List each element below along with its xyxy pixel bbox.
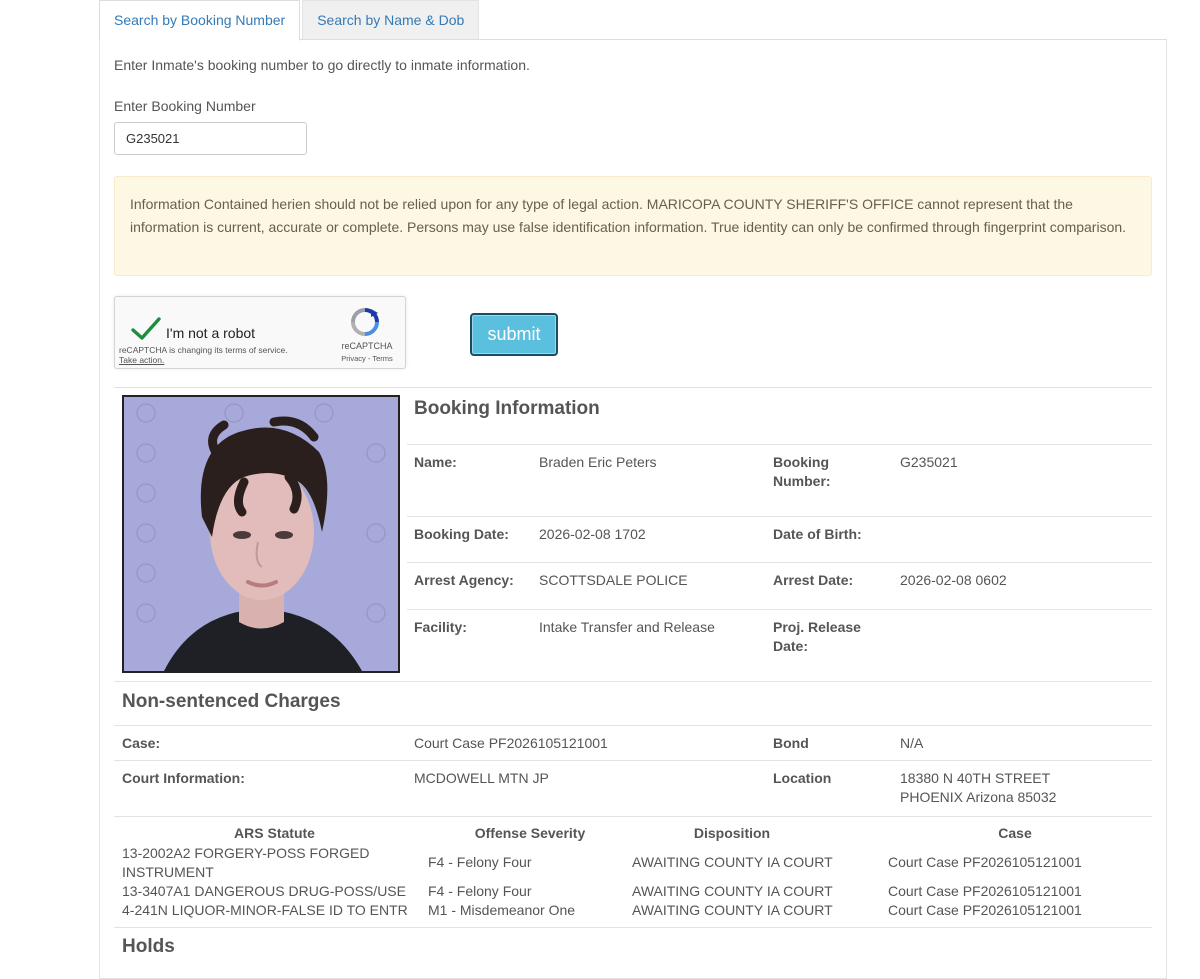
divider xyxy=(407,609,1152,610)
facility-value: Intake Transfer and Release xyxy=(539,619,715,635)
disclaimer-alert: Information Contained herien should not … xyxy=(114,176,1152,276)
arrest-agency-label: Arrest Agency: xyxy=(414,572,514,588)
divider xyxy=(114,725,1152,726)
divider xyxy=(114,816,1152,817)
booking-number-input[interactable] xyxy=(114,122,307,155)
divider xyxy=(114,927,1152,928)
recaptcha-take-action-link[interactable]: Take action. xyxy=(119,355,288,365)
recaptcha-notice-text: reCAPTCHA is changing its terms of servi… xyxy=(119,345,288,355)
recaptcha-brand: reCAPTCHA xyxy=(341,341,393,351)
charge-case: Court Case PF2026105121001 xyxy=(888,854,1082,870)
column-header-disposition: Disposition xyxy=(693,825,771,841)
charge-disposition: AWAITING COUNTY IA COURT xyxy=(632,902,833,918)
charge-case: Court Case PF2026105121001 xyxy=(888,902,1082,918)
recaptcha-privacy-terms[interactable]: Privacy - Terms xyxy=(335,354,399,363)
location-label: Location xyxy=(773,770,832,786)
divider xyxy=(407,444,1152,445)
charge-case: Court Case PF2026105121001 xyxy=(888,883,1082,899)
location-value: 18380 N 40TH STREET PHOENIX Arizona 8503… xyxy=(900,770,1057,805)
divider xyxy=(407,516,1152,517)
arrest-agency-value: SCOTTSDALE POLICE xyxy=(539,572,688,588)
release-date-label: Proj. Release Date: xyxy=(773,619,861,654)
recaptcha-label: I'm not a robot xyxy=(166,325,256,341)
search-instructions: Enter Inmate's booking number to go dire… xyxy=(114,57,530,73)
case-label: Case: xyxy=(122,735,161,751)
facility-label: Facility: xyxy=(414,619,467,635)
charge-severity: F4 - Felony Four xyxy=(428,883,532,899)
holds-title: Holds xyxy=(122,936,175,957)
column-header-offense-severity: Offense Severity xyxy=(474,825,586,841)
charge-disposition: AWAITING COUNTY IA COURT xyxy=(632,854,833,870)
recaptcha-notice: reCAPTCHA is changing its terms of servi… xyxy=(119,345,288,365)
case-value: Court Case PF2026105121001 xyxy=(414,735,608,751)
charge-statute: 13-3407A1 DANGEROUS DRUG-POSS/USE xyxy=(122,883,406,899)
divider xyxy=(407,562,1152,563)
bond-label: Bond xyxy=(773,735,809,751)
booking-number-field-label: Booking Number: xyxy=(773,454,831,489)
charge-disposition: AWAITING COUNTY IA COURT xyxy=(632,883,833,899)
column-header-case: Case xyxy=(998,825,1032,841)
tab-search-by-booking-number[interactable]: Search by Booking Number xyxy=(99,0,301,41)
court-information-label: Court Information: xyxy=(122,770,245,786)
name-label: Name: xyxy=(414,454,457,470)
inmate-name: Braden Eric Peters xyxy=(539,454,657,470)
court-information-value: MCDOWELL MTN JP xyxy=(414,770,549,786)
divider xyxy=(114,760,1152,761)
booking-date-label: Booking Date: xyxy=(414,526,509,542)
booking-number-label: Enter Booking Number xyxy=(114,98,256,114)
bond-value: N/A xyxy=(900,735,924,751)
dob-label: Date of Birth: xyxy=(773,526,862,542)
booking-number-value: G235021 xyxy=(900,454,958,470)
arrest-date-label: Arrest Date: xyxy=(773,572,854,588)
inmate-photo-image xyxy=(124,397,398,671)
search-tabs: Search by Booking Number Search by Name … xyxy=(99,0,480,41)
charge-severity: F4 - Felony Four xyxy=(428,854,532,870)
booking-information-title: Booking Information xyxy=(414,398,600,419)
submit-button[interactable]: submit xyxy=(470,313,558,356)
charge-statute: 13-2002A2 FORGERY-POSS FORGED INSTRUMENT xyxy=(122,845,370,880)
inmate-photo xyxy=(122,395,400,673)
arrest-date-value: 2026-02-08 0602 xyxy=(900,572,1007,588)
charge-statute: 4-241N LIQUOR-MINOR-FALSE ID TO ENTR xyxy=(122,902,408,918)
column-header-ars-statute: ARS Statute xyxy=(234,825,315,841)
divider xyxy=(114,681,1152,682)
tab-search-by-name-dob[interactable]: Search by Name & Dob xyxy=(302,0,480,40)
recaptcha-widget: I'm not a robot reCAPTCHA is changing it… xyxy=(114,296,406,369)
recaptcha-checkmark-icon[interactable] xyxy=(131,317,161,341)
charge-severity: M1 - Misdemeanor One xyxy=(428,902,576,918)
booking-date-value: 2026-02-08 1702 xyxy=(539,526,646,542)
charges-title: Non-sentenced Charges xyxy=(122,691,341,712)
divider xyxy=(114,387,1152,388)
recaptcha-logo-icon xyxy=(351,308,379,336)
